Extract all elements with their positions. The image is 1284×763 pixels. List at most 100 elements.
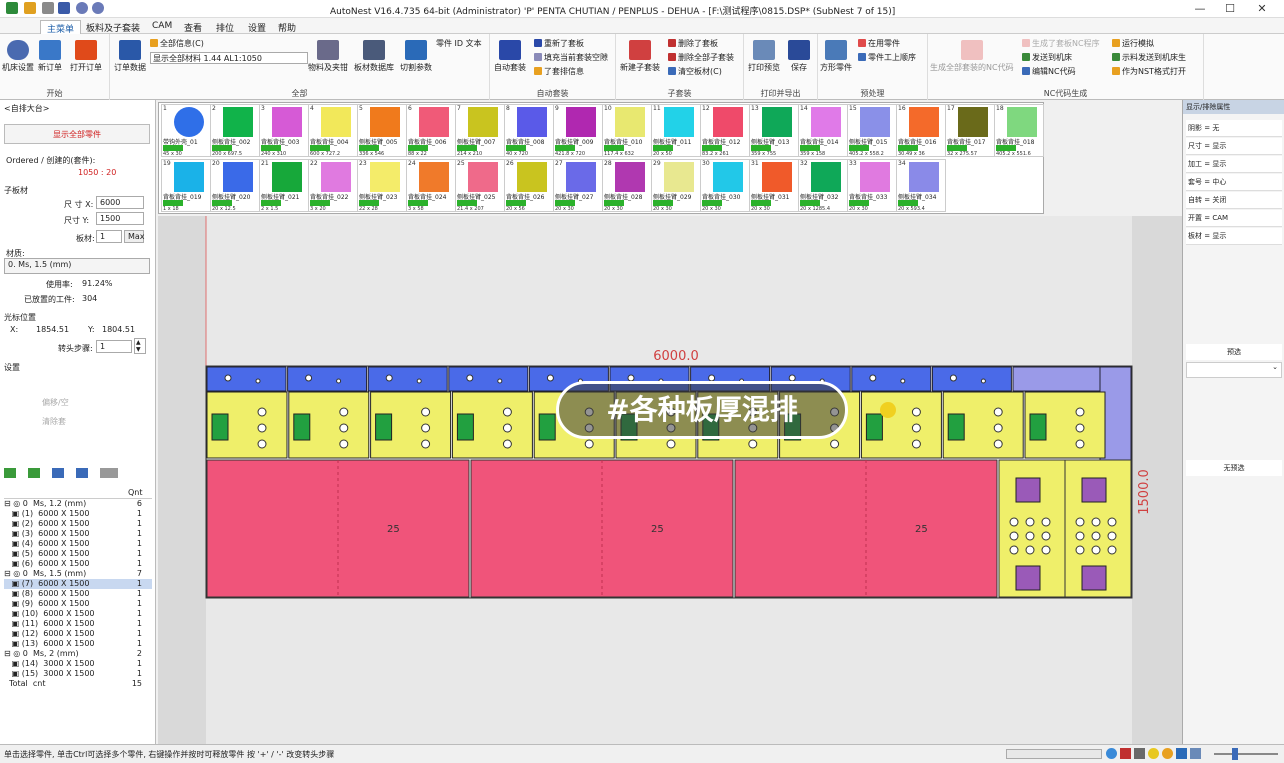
material-input[interactable]: 1: [96, 230, 122, 243]
part-thumbnail[interactable]: 14 背板背挂_014 359 x 158: [798, 104, 848, 157]
part-thumbnail[interactable]: 8 背板背挂_008 40 x 720: [504, 104, 554, 157]
tree-row[interactable]: ▣ (5) 6000 X 1500 1: [4, 549, 152, 559]
property-row[interactable]: 尺寸 = 显示: [1186, 138, 1282, 155]
cut-params-button[interactable]: 切割参数: [400, 40, 432, 73]
nest-canvas[interactable]: 6000.0 1500.0 25 25 25: [158, 216, 1182, 744]
machine-setup-button[interactable]: 机床设置: [2, 40, 34, 73]
sheet-tree[interactable]: ⊟ ◎ 0 Ms, 1.2 (mm) 6 ▣ (1) 6000 X 1500 1 ▣…: [4, 498, 152, 689]
part-thumbnail[interactable]: 25 侧板挂臂_025 21.4 x 207: [455, 159, 505, 212]
part-thumbnail[interactable]: 31 侧板挂臂_031 20 x 30: [749, 159, 799, 212]
print-icon[interactable]: [42, 2, 54, 14]
tab-view[interactable]: 查看: [178, 20, 208, 35]
property-row[interactable]: 阴影 = 无: [1186, 120, 1282, 137]
tab-sheets[interactable]: 板料及子套装: [80, 20, 146, 35]
part-thumbnail[interactable]: 9 背板挂臂_009 421.8 x 720: [553, 104, 603, 157]
part-thumbnail[interactable]: 27 侧板挂臂_027 20 x 30: [553, 159, 603, 212]
undo-icon[interactable]: [76, 2, 88, 14]
maximize-icon[interactable]: ☐: [1218, 2, 1242, 15]
tree-row[interactable]: ⊟ ◎ 0 Ms, 2 (mm) 2: [4, 649, 152, 659]
part-thumbnail[interactable]: 23 侧板挂臂_023 22 x 28: [357, 159, 407, 212]
material-clamp-button[interactable]: 物料及夹钳: [308, 40, 348, 73]
part-thumbnail[interactable]: 11 侧板挂臂_011 20 x 50: [651, 104, 701, 157]
part-thumbnail[interactable]: 24 背板背挂_024 3 x 58: [406, 159, 456, 212]
property-row[interactable]: 开置 = CAM: [1186, 210, 1282, 227]
monitor-icon[interactable]: [1190, 748, 1201, 759]
offset-option[interactable]: 偏移/空: [42, 397, 69, 408]
property-row[interactable]: 板材 = 显示: [1186, 228, 1282, 245]
generate-all-nc-button[interactable]: 生成全部套装的NC代码: [930, 40, 1014, 73]
tree-row[interactable]: ▣ (14) 3000 X 1500 1: [4, 659, 152, 669]
tree-row[interactable]: Total cnt 15: [4, 679, 152, 689]
tab-settings[interactable]: 设置: [242, 20, 272, 35]
save-icon[interactable]: [58, 2, 70, 14]
tree-row[interactable]: ▣ (12) 6000 X 1500 1: [4, 629, 152, 639]
generate-nest-nc-button[interactable]: 生成了套板NC程序: [1022, 38, 1100, 49]
new-order-button[interactable]: 新订单: [38, 40, 62, 73]
part-thumbnail[interactable]: 10 背板背挂_010 117.4 x 632: [602, 104, 652, 157]
property-row[interactable]: 套号 = 中心: [1186, 174, 1282, 191]
globe-icon[interactable]: [1106, 748, 1117, 759]
part-thumbnail[interactable]: 29 侧板挂臂_029 20 x 30: [651, 159, 701, 212]
part-thumbnail[interactable]: 7 侧板挂臂_007 214 x 210: [455, 104, 505, 157]
part-thumbnail[interactable]: 17 背板背挂_017 32 x 275.57: [945, 104, 995, 157]
send-material-button[interactable]: 示料发送到机床生: [1112, 52, 1186, 63]
part-thumbnail[interactable]: 32 侧板挂臂_032 20 x 1285.4: [798, 159, 848, 212]
part-thumbnail[interactable]: 12 背板背挂_012 83.2 x 261: [700, 104, 750, 157]
tab-cam[interactable]: CAM: [146, 20, 178, 32]
renest-button[interactable]: 重新了套板: [534, 38, 584, 49]
new-subnest-button[interactable]: 新建子套装: [620, 40, 660, 73]
delete-subnest-button[interactable]: 删除了套板: [668, 38, 718, 49]
zoom-slider[interactable]: [1214, 748, 1278, 760]
tree-add-icon[interactable]: [4, 468, 16, 478]
part-thumbnail[interactable]: 5 侧板挂臂_005 336 x 546: [357, 104, 407, 157]
delete-all-subnest-button[interactable]: 删除全部子套装: [668, 52, 734, 63]
fill-gap-button[interactable]: 填充当前套装空隙: [534, 52, 608, 63]
tree-row[interactable]: ▣ (1) 6000 X 1500 1: [4, 509, 152, 519]
part-thumbnail[interactable]: 34 侧板挂臂_034 20 x 593.4: [896, 159, 946, 212]
app-logo-icon[interactable]: [6, 2, 18, 14]
report-icon[interactable]: [1120, 748, 1131, 759]
part-thumbnail[interactable]: 19 背板背挂_019 1 x 18: [161, 159, 211, 212]
part-thumbnail[interactable]: 6 背板背挂_006 88 x 22: [406, 104, 456, 157]
part-thumbnail[interactable]: 22 背板背挂_022 3 x 20: [308, 159, 358, 212]
nest-info-button[interactable]: 了套排信息: [534, 66, 584, 77]
preselect-dropdown[interactable]: ⌄: [1186, 362, 1282, 378]
open-nst-button[interactable]: 作为NST格式打开: [1112, 66, 1186, 77]
tab-help[interactable]: 帮助: [272, 20, 302, 35]
part-thumbnail[interactable]: 15 侧板挂臂_015 405.2 x 558.2: [847, 104, 897, 157]
minimize-icon[interactable]: —: [1188, 2, 1212, 15]
tree-add2-icon[interactable]: [28, 468, 40, 478]
part-thumbnail[interactable]: 18 背板背挂_018 405.2 x 551.6: [994, 104, 1044, 157]
part-thumbnail[interactable]: 30 背板背挂_030 20 x 30: [700, 159, 750, 212]
property-row[interactable]: 自转 = 关闭: [1186, 192, 1282, 209]
part-thumbnail[interactable]: 3 背板背挂_003 240 x 310: [259, 104, 309, 157]
redo-icon[interactable]: [92, 2, 104, 14]
print-preview-button[interactable]: 打印预览: [748, 40, 780, 73]
tree-row[interactable]: ▣ (8) 6000 X 1500 1: [4, 589, 152, 599]
warning-icon[interactable]: [1162, 748, 1173, 759]
part-thumbnail[interactable]: 20 侧板挂臂_020 20 x 12.5: [210, 159, 260, 212]
simulate-button[interactable]: 运行模拟: [1112, 38, 1154, 49]
part-thumbnail[interactable]: 1 带钩外壳_01 45 x 30: [161, 104, 211, 157]
tree-row[interactable]: ▣ (6) 6000 X 1500 1: [4, 559, 152, 569]
size-x-input[interactable]: 6000: [96, 196, 144, 209]
part-thumbnail[interactable]: 21 侧板挂臂_021 2 x 1.5: [259, 159, 309, 212]
used-parts-button[interactable]: 在用零件: [858, 38, 900, 49]
material-combo[interactable]: 显示全部材料 1.44 AL1:1050: [150, 52, 308, 64]
part-thumbnail[interactable]: 33 背板背挂_033 20 x 30: [847, 159, 897, 212]
tree-row[interactable]: ▣ (4) 6000 X 1500 1: [4, 539, 152, 549]
save-button[interactable]: 保存: [788, 40, 810, 73]
all-info-button[interactable]: 全部信息(C): [150, 38, 204, 49]
tab-arrange[interactable]: 排位: [210, 20, 240, 35]
part-thumbnail[interactable]: 2 侧板背挂_002 200 x 697.5: [210, 104, 260, 157]
rect-part-button[interactable]: 方形零件: [820, 40, 852, 73]
tree-row[interactable]: ▣ (15) 3000 X 1500 1: [4, 669, 152, 679]
part-order-button[interactable]: 零件工上顺序: [858, 52, 916, 63]
tree-link-icon[interactable]: [52, 468, 64, 478]
tree-row[interactable]: ▣ (3) 6000 X 1500 1: [4, 529, 152, 539]
tree-row[interactable]: ▣ (7) 6000 X 1500 1: [4, 579, 152, 589]
tree-row[interactable]: ▣ (11) 6000 X 1500 1: [4, 619, 152, 629]
part-thumbnail[interactable]: 13 侧板挂臂_013 359 x 755: [749, 104, 799, 157]
part-thumbnail[interactable]: 4 背板背挂_004 600 x 727.2: [308, 104, 358, 157]
close-icon[interactable]: ✕: [1250, 2, 1274, 15]
